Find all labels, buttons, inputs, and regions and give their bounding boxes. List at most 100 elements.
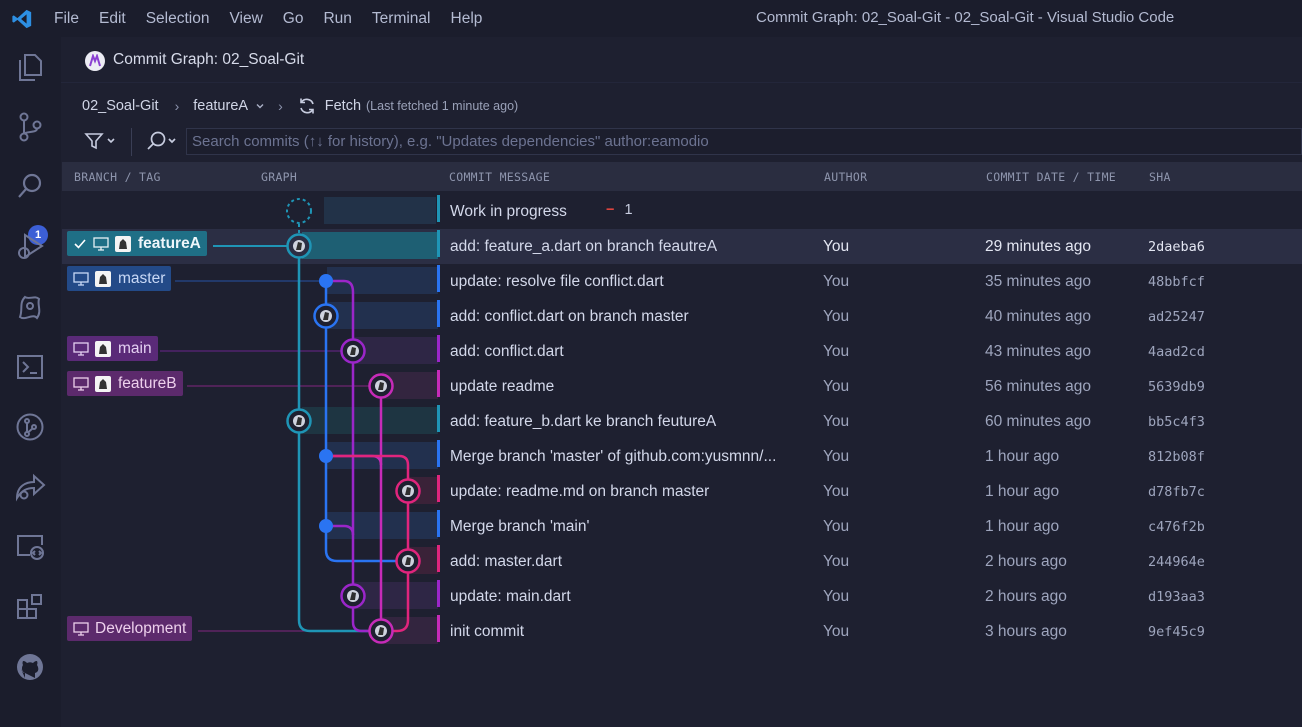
commit-author: You (823, 308, 850, 325)
commit-message: add: conflict.dart on branch master (450, 308, 689, 325)
message-bar (437, 265, 440, 292)
vscode-logo-icon (0, 0, 44, 37)
row-highlight (354, 337, 438, 364)
commit-date: 3 hours ago (985, 623, 1067, 640)
menu-view[interactable]: View (219, 0, 272, 37)
repo-crumb[interactable]: 02_Soal-Git (82, 98, 159, 114)
git-graph-icon[interactable] (14, 411, 46, 443)
row-highlight (382, 372, 438, 399)
menu-selection[interactable]: Selection (136, 0, 220, 37)
menu-file[interactable]: File (44, 0, 89, 37)
editor-tab-bar: Commit Graph: 02_Soal-Git (61, 37, 1302, 83)
commit-author: You (823, 483, 850, 500)
commit-sha[interactable]: 5639db9 (1148, 379, 1205, 395)
run-debug-icon[interactable] (14, 231, 46, 263)
sync-icon[interactable] (297, 96, 317, 116)
commit-sha[interactable]: 48bbfcf (1148, 274, 1205, 290)
message-bar (437, 440, 440, 467)
commit-sha[interactable]: bb5c4f3 (1148, 414, 1205, 430)
filter-button[interactable] (81, 128, 123, 154)
remote-explorer-icon[interactable] (14, 531, 46, 563)
commit-author: You (823, 273, 850, 290)
github-icon[interactable] (14, 651, 46, 683)
commit-author: You (823, 623, 850, 640)
search-mode-button[interactable] (141, 128, 181, 154)
wip-row[interactable]: Work in progress −1 (62, 194, 1302, 229)
commit-row[interactable]: featureA add: feature_a.dart on branch f… (62, 229, 1302, 264)
commit-author: You (823, 238, 850, 255)
branch-label-featureA[interactable]: featureA (67, 231, 207, 256)
commit-row[interactable]: master update: resolve file conflict.dar… (62, 264, 1302, 299)
commit-row[interactable]: Merge branch 'main' You 1 hour ago c476f… (62, 509, 1302, 544)
gitlens-icon[interactable] (14, 291, 46, 323)
branch-label-main[interactable]: main (67, 336, 158, 361)
commit-row[interactable]: add: master.dart You 2 hours ago 244964e (62, 544, 1302, 579)
commit-sha[interactable]: ad25247 (1148, 309, 1205, 325)
branch-label-development[interactable]: Development (67, 616, 193, 641)
commit-sha[interactable]: d78fb7c (1148, 484, 1205, 500)
window-title: Commit Graph: 02_Soal-Git - 02_Soal-Git … (756, 9, 1175, 26)
fetch-button[interactable]: Fetch (325, 98, 361, 114)
menu-help[interactable]: Help (441, 0, 493, 37)
computer-icon (73, 621, 89, 636)
commit-row[interactable]: main add: conflict.dart You 43 minutes a… (62, 334, 1302, 369)
commit-row[interactable]: Development init commit You 3 hours ago … (62, 614, 1302, 649)
message-bar (437, 195, 440, 222)
check-icon (73, 237, 87, 251)
commit-sha[interactable]: 4aad2cd (1148, 344, 1205, 360)
column-header: BRANCH / TAG GRAPH COMMIT MESSAGE AUTHOR… (62, 162, 1302, 191)
commit-date: 40 minutes ago (985, 308, 1091, 325)
commit-row[interactable]: update: readme.md on branch master You 1… (62, 474, 1302, 509)
row-highlight (408, 477, 438, 504)
row-highlight (302, 232, 438, 259)
branch-label-featureB[interactable]: featureB (67, 371, 183, 396)
commit-sha[interactable]: 9ef45c9 (1148, 624, 1205, 640)
commit-sha[interactable]: c476f2b (1148, 519, 1205, 535)
menu-run[interactable]: Run (313, 0, 361, 37)
menu-edit[interactable]: Edit (89, 0, 136, 37)
avatar (95, 270, 111, 287)
commit-sha[interactable]: 244964e (1148, 554, 1205, 570)
chevron-down-icon[interactable] (254, 100, 266, 112)
live-share-icon[interactable] (14, 471, 46, 503)
search-input[interactable] (186, 128, 1302, 155)
explorer-icon[interactable] (14, 51, 46, 83)
commit-row[interactable]: update: main.dart You 2 hours ago d193aa… (62, 579, 1302, 614)
column-branch[interactable]: BRANCH / TAG (74, 170, 161, 184)
chevron-right-icon: › (278, 98, 283, 114)
commit-row[interactable]: featureB update readme You 56 minutes ag… (62, 369, 1302, 404)
column-author[interactable]: AUTHOR (824, 170, 867, 184)
tab-title[interactable]: Commit Graph: 02_Soal-Git (113, 51, 304, 69)
branch-label-master[interactable]: master (67, 266, 172, 291)
extensions-icon[interactable] (14, 591, 46, 623)
row-highlight (382, 617, 438, 644)
terminal-icon[interactable] (14, 351, 46, 383)
graph-toolbar (61, 124, 1302, 160)
menu-go[interactable]: Go (273, 0, 314, 37)
message-bar (437, 615, 440, 642)
commit-row[interactable]: Merge branch 'master' of github.com:yusm… (62, 439, 1302, 474)
message-bar (437, 230, 440, 257)
commit-message: update: readme.md on branch master (450, 483, 710, 500)
branch-crumb[interactable]: featureA (193, 98, 248, 114)
message-bar (437, 475, 440, 502)
wip-message: Work in progress (450, 203, 567, 220)
commit-sha[interactable]: d193aa3 (1148, 589, 1205, 605)
source-control-icon[interactable] (14, 111, 46, 143)
commit-date: 2 hours ago (985, 553, 1067, 570)
commit-author: You (823, 343, 850, 360)
search-icon[interactable] (14, 171, 46, 203)
commit-message: add: feature_a.dart on branch feautreA (450, 238, 718, 255)
commit-sha[interactable]: 812b08f (1148, 449, 1205, 465)
commit-date: 1 hour ago (985, 518, 1060, 535)
column-date[interactable]: COMMIT DATE / TIME (986, 170, 1116, 184)
computer-icon (93, 236, 109, 251)
column-graph[interactable]: GRAPH (261, 170, 297, 184)
commit-row[interactable]: add: conflict.dart on branch master You … (62, 299, 1302, 334)
column-sha[interactable]: SHA (1149, 170, 1171, 184)
commit-message: init commit (450, 623, 525, 640)
column-message[interactable]: COMMIT MESSAGE (449, 170, 550, 184)
commit-row[interactable]: add: feature_b.dart ke branch feutureA Y… (62, 404, 1302, 439)
commit-sha[interactable]: 2daeba6 (1148, 239, 1205, 255)
menu-terminal[interactable]: Terminal (362, 0, 441, 37)
